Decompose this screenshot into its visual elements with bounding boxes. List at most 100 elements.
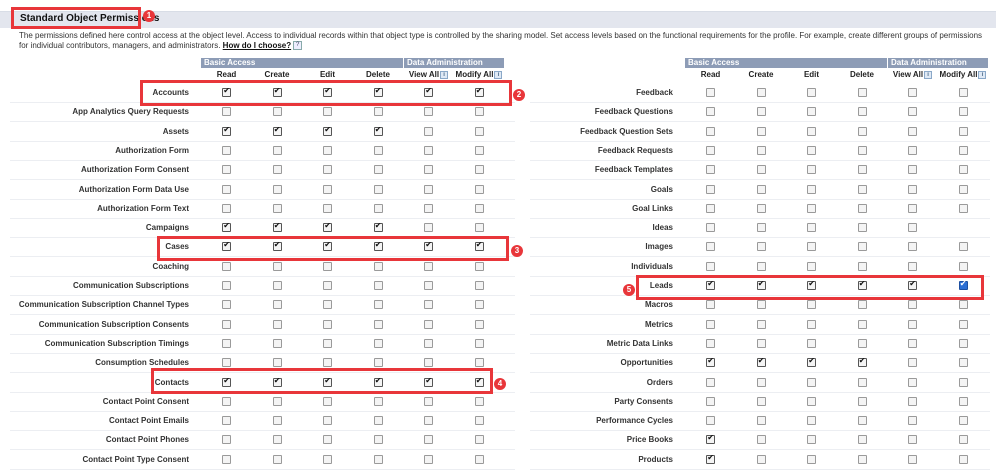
- checkbox-create[interactable]: [272, 107, 282, 117]
- checkbox-edit[interactable]: [807, 300, 817, 310]
- checkbox-delete[interactable]: [857, 145, 867, 155]
- checkbox-read[interactable]: [222, 184, 232, 194]
- checkbox-create[interactable]: [756, 319, 766, 329]
- checkbox-read[interactable]: [222, 107, 232, 117]
- checkbox-view-all[interactable]: [424, 300, 434, 310]
- checkbox-create[interactable]: [756, 300, 766, 310]
- checkbox-modify-all[interactable]: [958, 165, 968, 175]
- checkbox-modify-all[interactable]: [474, 435, 484, 445]
- checkbox-read[interactable]: [222, 435, 232, 445]
- checkbox-edit[interactable]: [323, 300, 333, 310]
- checkbox-edit[interactable]: [807, 242, 817, 252]
- checkbox-read[interactable]: [706, 356, 716, 368]
- checkbox-delete[interactable]: [373, 125, 383, 136]
- checkbox-modify-all[interactable]: [958, 435, 968, 445]
- checkbox-view-all[interactable]: [908, 435, 918, 445]
- checkbox-create[interactable]: [272, 358, 282, 368]
- checkbox-create[interactable]: [272, 221, 282, 233]
- checkbox-view-all[interactable]: [424, 203, 434, 213]
- checkbox-view-all[interactable]: [424, 165, 434, 175]
- checkbox-view-all[interactable]: [424, 358, 434, 368]
- checkbox-delete[interactable]: [857, 107, 867, 117]
- checkbox-delete[interactable]: [373, 281, 383, 290]
- checkbox-create[interactable]: [756, 356, 766, 368]
- checkbox-view-all[interactable]: [908, 261, 918, 271]
- checkbox-view-all[interactable]: [908, 223, 918, 233]
- checkbox-read[interactable]: [706, 165, 716, 175]
- checkbox-create[interactable]: [756, 454, 766, 464]
- checkbox-delete[interactable]: [857, 416, 867, 426]
- checkbox-create[interactable]: [756, 242, 766, 252]
- checkbox-create[interactable]: [756, 203, 766, 213]
- checkbox-modify-all[interactable]: [474, 358, 484, 368]
- checkbox-create[interactable]: [272, 300, 282, 310]
- checkbox-view-all[interactable]: [424, 261, 434, 271]
- checkbox-edit[interactable]: [807, 126, 817, 136]
- checkbox-edit[interactable]: [807, 377, 817, 387]
- checkbox-modify-all[interactable]: [958, 145, 968, 155]
- checkbox-modify-all[interactable]: [958, 88, 968, 97]
- checkbox-edit[interactable]: [323, 221, 333, 233]
- checkbox-create[interactable]: [756, 416, 766, 426]
- checkbox-read[interactable]: [222, 125, 232, 136]
- checkbox-create[interactable]: [272, 203, 282, 213]
- checkbox-delete[interactable]: [373, 338, 383, 348]
- checkbox-delete[interactable]: [373, 184, 383, 194]
- checkbox-delete[interactable]: [373, 435, 383, 445]
- checkbox-read[interactable]: [706, 242, 716, 252]
- checkbox-modify-all[interactable]: [958, 319, 968, 329]
- checkbox-delete[interactable]: [857, 377, 867, 387]
- checkbox-delete[interactable]: [373, 203, 383, 213]
- checkbox-modify-all[interactable]: [474, 261, 484, 271]
- checkbox-modify-all[interactable]: [474, 165, 484, 175]
- checkbox-view-all[interactable]: [908, 454, 918, 464]
- checkbox-read[interactable]: [706, 184, 716, 194]
- checkbox-modify-all[interactable]: [474, 281, 484, 290]
- checkbox-delete[interactable]: [373, 396, 383, 406]
- checkbox-create[interactable]: [756, 261, 766, 271]
- checkbox-view-all[interactable]: [424, 145, 434, 155]
- checkbox-view-all[interactable]: [908, 203, 918, 213]
- checkbox-view-all[interactable]: [424, 107, 434, 117]
- checkbox-delete[interactable]: [373, 416, 383, 426]
- checkbox-read[interactable]: [222, 396, 232, 406]
- help-icon[interactable]: ?: [293, 41, 303, 51]
- checkbox-modify-all[interactable]: [958, 184, 968, 194]
- checkbox-modify-all[interactable]: [474, 223, 484, 233]
- checkbox-modify-all[interactable]: [474, 126, 484, 136]
- info-icon[interactable]: i: [440, 70, 449, 79]
- checkbox-edit[interactable]: [807, 145, 817, 155]
- checkbox-modify-all[interactable]: [474, 454, 484, 464]
- checkbox-create[interactable]: [272, 184, 282, 194]
- checkbox-modify-all[interactable]: [958, 203, 968, 213]
- checkbox-edit[interactable]: [807, 435, 817, 445]
- checkbox-view-all[interactable]: [424, 184, 434, 194]
- checkbox-modify-all[interactable]: [958, 261, 968, 271]
- checkbox-view-all[interactable]: [908, 242, 918, 252]
- checkbox-read[interactable]: [706, 203, 716, 213]
- checkbox-create[interactable]: [272, 319, 282, 329]
- checkbox-delete[interactable]: [857, 356, 867, 368]
- checkbox-edit[interactable]: [323, 338, 333, 348]
- checkbox-create[interactable]: [756, 145, 766, 155]
- checkbox-edit[interactable]: [323, 281, 333, 290]
- checkbox-read[interactable]: [706, 300, 716, 310]
- checkbox-view-all[interactable]: [908, 338, 918, 348]
- checkbox-edit[interactable]: [807, 319, 817, 329]
- checkbox-delete[interactable]: [373, 454, 383, 464]
- checkbox-modify-all[interactable]: [958, 338, 968, 348]
- checkbox-delete[interactable]: [857, 88, 867, 97]
- checkbox-delete[interactable]: [373, 319, 383, 329]
- checkbox-read[interactable]: [222, 221, 232, 233]
- checkbox-read[interactable]: [706, 107, 716, 117]
- checkbox-edit[interactable]: [807, 223, 817, 233]
- checkbox-edit[interactable]: [323, 145, 333, 155]
- checkbox-create[interactable]: [272, 435, 282, 445]
- checkbox-create[interactable]: [756, 396, 766, 406]
- info-icon[interactable]: i: [924, 70, 933, 79]
- checkbox-modify-all[interactable]: [958, 358, 968, 368]
- checkbox-create[interactable]: [756, 126, 766, 136]
- checkbox-delete[interactable]: [857, 338, 867, 348]
- checkbox-modify-all[interactable]: [474, 145, 484, 155]
- checkbox-edit[interactable]: [807, 88, 817, 97]
